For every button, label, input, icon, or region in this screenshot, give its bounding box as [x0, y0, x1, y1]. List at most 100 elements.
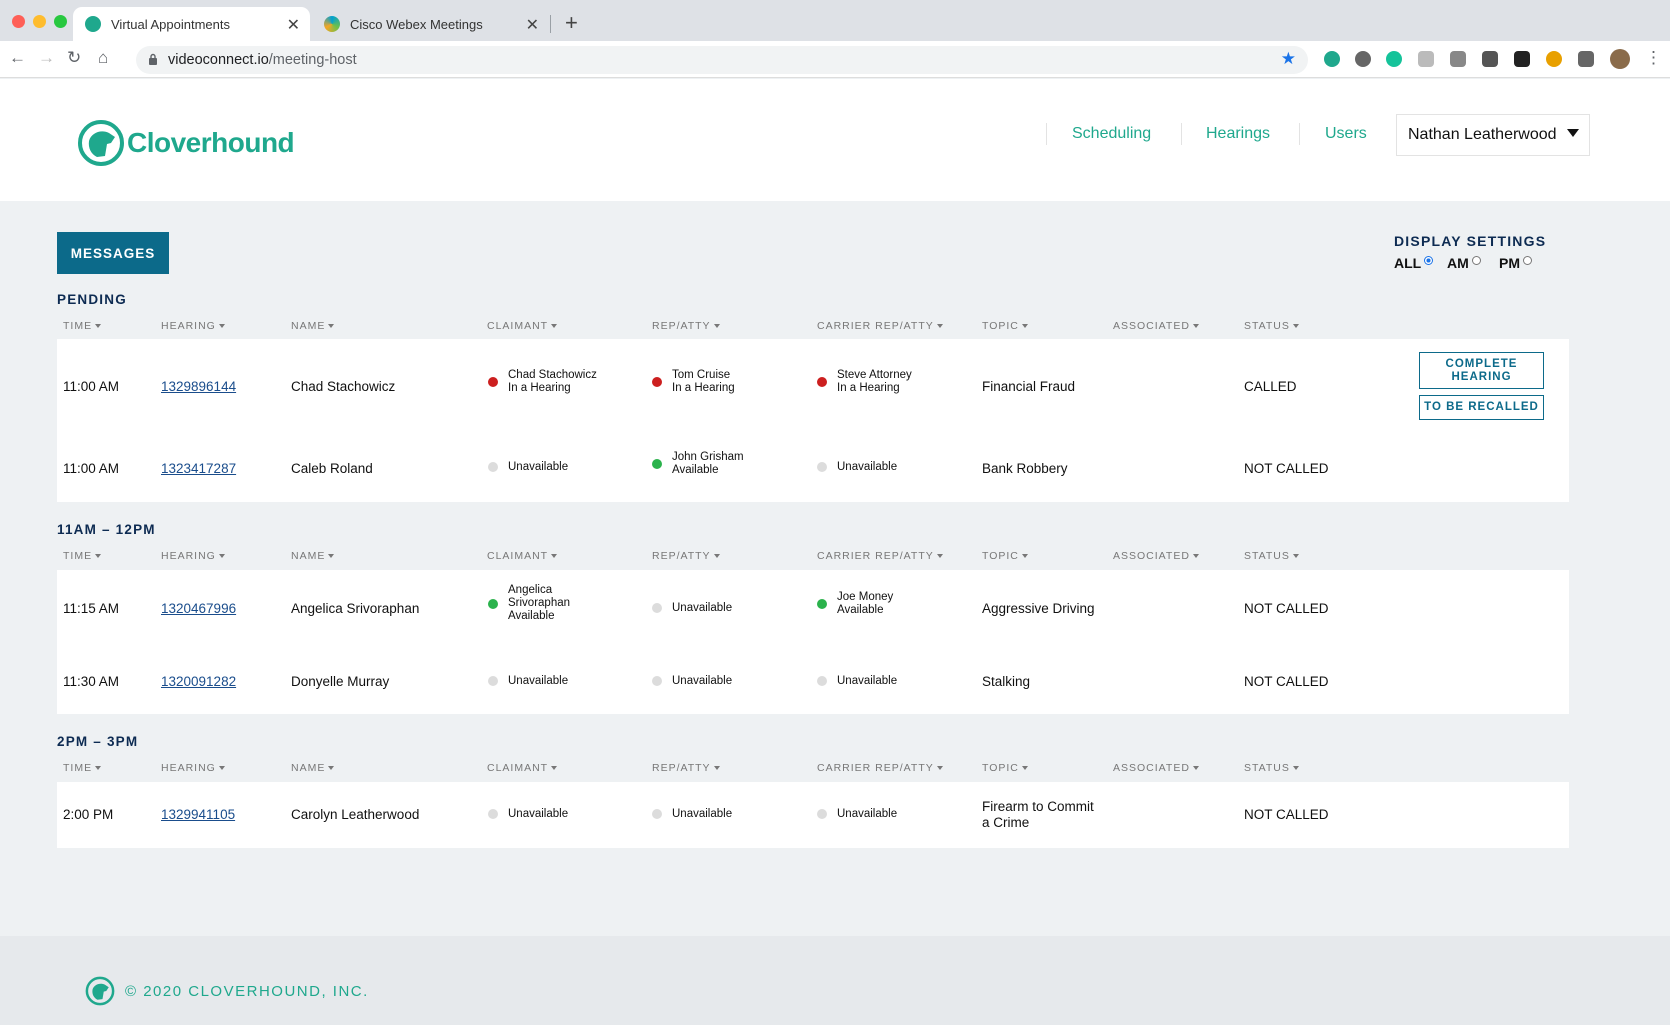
claimant-status: Unavailable	[488, 804, 568, 824]
new-tab-icon[interactable]: +	[565, 10, 578, 36]
radio-am[interactable]	[1471, 256, 1481, 265]
column-header-associated[interactable]: ASSOCIATED	[1113, 320, 1199, 332]
column-header-status[interactable]: STATUS	[1244, 550, 1299, 562]
participant-state: Unavailable	[672, 674, 733, 687]
column-header-claimant[interactable]: CLAIMANT	[487, 762, 558, 774]
browser-tab-virtual-appointments[interactable]: Virtual Appointments ✕	[73, 7, 310, 41]
column-header-name[interactable]: NAME	[291, 320, 335, 332]
app-header: Cloverhound Scheduling Hearings Users Na…	[0, 79, 1670, 201]
column-header-status[interactable]: STATUS	[1244, 762, 1299, 774]
participant-state: Unavailable	[672, 807, 733, 820]
nav-users[interactable]: Users	[1325, 125, 1367, 143]
sort-caret-icon	[95, 554, 102, 559]
extension-box-icon[interactable]	[1482, 51, 1498, 67]
extension-layers-icon[interactable]	[1514, 51, 1530, 67]
complete-hearing-button[interactable]: COMPLETE HEARING	[1419, 352, 1544, 389]
extension-badge-icon[interactable]	[1546, 51, 1562, 67]
extension-camera-icon[interactable]	[1450, 51, 1466, 67]
extension-chat-icon[interactable]	[1324, 51, 1340, 67]
column-header-topic[interactable]: TOPIC	[982, 762, 1028, 774]
extension-grammarly-icon[interactable]	[1386, 51, 1402, 67]
column-header-hearing[interactable]: HEARING	[161, 550, 225, 562]
column-header-carrier-rep-atty[interactable]: CARRIER REP/ATTY	[817, 320, 943, 332]
close-window-button[interactable]	[12, 15, 25, 28]
column-header-associated[interactable]: ASSOCIATED	[1113, 550, 1199, 562]
status-dot-icon	[488, 598, 498, 609]
radio-all[interactable]	[1424, 256, 1434, 265]
section-title-pending: PENDING	[57, 292, 127, 307]
hearing-link[interactable]: 1323417287	[161, 461, 236, 476]
column-header-time[interactable]: TIME	[63, 320, 102, 332]
column-header-topic[interactable]: TOPIC	[982, 320, 1028, 332]
column-header-label: TOPIC	[982, 320, 1019, 332]
forward-arrow-icon[interactable]: →	[38, 48, 55, 68]
column-header-hearing[interactable]: HEARING	[161, 320, 225, 332]
column-header-time[interactable]: TIME	[63, 550, 102, 562]
back-arrow-icon[interactable]: ←	[9, 48, 26, 68]
sort-caret-icon	[1192, 554, 1199, 559]
topic-line: a Crime	[982, 815, 1030, 830]
hearing-link[interactable]: 1329896144	[161, 379, 236, 394]
rep-status: Tom Cruise In a Hearing	[652, 369, 735, 395]
row-name: Caleb Roland	[291, 461, 373, 476]
column-header-rep-atty[interactable]: REP/ATTY	[652, 762, 720, 774]
nav-hearings[interactable]: Hearings	[1206, 125, 1270, 143]
to-be-recalled-button[interactable]: TO BE RECALLED	[1419, 395, 1544, 420]
column-header-rep-atty[interactable]: REP/ATTY	[652, 320, 720, 332]
webex-favicon-icon	[324, 16, 340, 32]
browser-tab-webex[interactable]: Cisco Webex Meetings ✕	[312, 7, 549, 41]
close-tab-icon[interactable]: ✕	[526, 15, 539, 35]
column-header-topic[interactable]: TOPIC	[982, 550, 1028, 562]
sort-caret-icon	[1021, 554, 1028, 559]
status-dot-icon	[817, 599, 827, 609]
minimize-window-button[interactable]	[33, 15, 46, 28]
page-footer: © 2020 CLOVERHOUND, INC.	[0, 936, 1670, 1025]
extensions-puzzle-icon[interactable]	[1578, 51, 1594, 67]
bookmark-star-icon[interactable]: ★	[1281, 49, 1296, 69]
close-tab-icon[interactable]: ✕	[287, 15, 300, 35]
column-header-time[interactable]: TIME	[63, 762, 102, 774]
hearing-link[interactable]: 1329941105	[161, 807, 235, 822]
column-header-claimant[interactable]: CLAIMANT	[487, 320, 558, 332]
address-bar[interactable]: videoconnect.io/meeting-host ★	[136, 46, 1308, 74]
radio-pm[interactable]	[1523, 256, 1532, 265]
carrier-status: Unavailable	[817, 804, 897, 824]
display-option-label: PM	[1499, 255, 1520, 271]
column-header-status[interactable]: STATUS	[1244, 320, 1299, 332]
carrier-status: Unavailable	[817, 671, 897, 691]
row-name: Angelica Srivoraphan	[291, 601, 420, 616]
column-header-label: CLAIMANT	[487, 320, 549, 332]
column-header-rep-atty[interactable]: REP/ATTY	[652, 550, 720, 562]
status-dot-icon	[817, 377, 827, 387]
column-header-claimant[interactable]: CLAIMANT	[487, 550, 558, 562]
column-header-label: STATUS	[1244, 762, 1290, 774]
messages-button[interactable]: MESSAGES	[57, 232, 169, 274]
nav-scheduling[interactable]: Scheduling	[1072, 125, 1151, 143]
browser-tab-bar: Virtual Appointments ✕ Cisco Webex Meeti…	[0, 0, 1670, 41]
user-menu-dropdown[interactable]: Nathan Leatherwood	[1396, 114, 1590, 156]
rep-status: John Grisham Available	[652, 451, 744, 477]
maximize-window-button[interactable]	[54, 15, 67, 28]
column-header-associated[interactable]: ASSOCIATED	[1113, 762, 1199, 774]
column-header-hearing[interactable]: HEARING	[161, 762, 225, 774]
extension-circle-icon[interactable]	[1355, 51, 1371, 67]
column-header-carrier-rep-atty[interactable]: CARRIER REP/ATTY	[817, 762, 943, 774]
display-settings-title: DISPLAY SETTINGS	[1394, 233, 1547, 249]
browser-menu-icon[interactable]: ⋮	[1645, 48, 1662, 68]
display-option-all[interactable]: ALL	[1394, 255, 1434, 271]
display-option-am[interactable]: AM	[1447, 255, 1481, 271]
home-icon[interactable]: ⌂	[98, 48, 108, 68]
row-topic: Firearm to Commit a Crime	[982, 799, 1094, 831]
extension-k-icon[interactable]	[1418, 51, 1434, 67]
hearing-link[interactable]: 1320091282	[161, 674, 236, 689]
display-option-pm[interactable]: PM	[1499, 255, 1532, 271]
column-header-name[interactable]: NAME	[291, 762, 335, 774]
brand-logo[interactable]: Cloverhound	[77, 119, 295, 167]
hearing-link[interactable]: 1320467996	[161, 601, 236, 616]
column-header-carrier-rep-atty[interactable]: CARRIER REP/ATTY	[817, 550, 943, 562]
profile-avatar[interactable]	[1610, 49, 1630, 69]
row-topic: Aggressive Driving	[982, 601, 1095, 616]
column-header-name[interactable]: NAME	[291, 550, 335, 562]
reload-icon[interactable]: ↻	[67, 48, 81, 68]
status-dot-icon	[652, 809, 662, 819]
